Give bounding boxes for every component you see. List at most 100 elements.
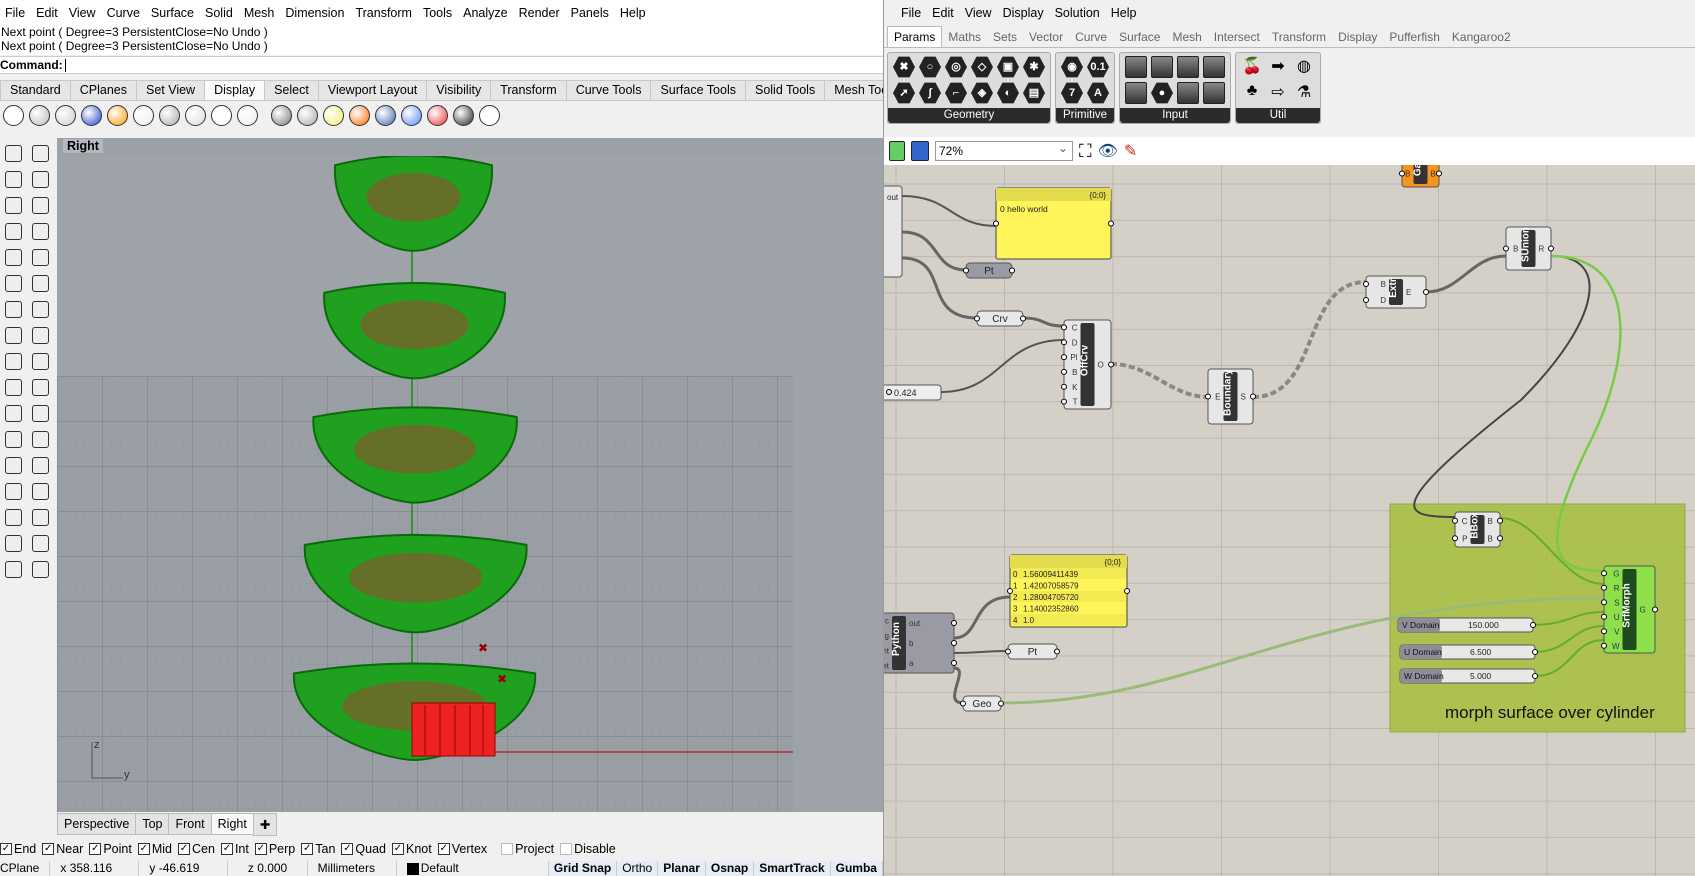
menu-analyze[interactable]: Analyze <box>458 6 513 20</box>
checkbox[interactable] <box>501 843 514 855</box>
checkbox[interactable]: ✓ <box>254 843 267 855</box>
cplane-label[interactable]: CPlane <box>0 861 51 876</box>
section-icon[interactable] <box>349 104 370 126</box>
tab-mesh-tools[interactable]: Mesh Tools <box>824 80 883 100</box>
osnap-int[interactable]: ✓ Int <box>220 842 249 856</box>
input-grip[interactable] <box>1452 517 1458 524</box>
osnap-vertex[interactable]: ✓ Vertex <box>437 842 487 856</box>
menu-file[interactable]: File <box>0 6 31 20</box>
component-offcrv[interactable]: OffCrv CD Pl BKT O <box>1061 319 1114 410</box>
input-grip[interactable] <box>1005 648 1011 655</box>
arctic-icon[interactable] <box>211 104 232 126</box>
check-tool-icon[interactable] <box>32 534 49 552</box>
output-grip[interactable] <box>1009 267 1015 274</box>
sketch-brush-icon[interactable]: ✎ <box>1124 141 1137 161</box>
component-python[interactable]: Pythoncg count ckOffset out b a <box>884 612 957 674</box>
command-line[interactable]: Command: <box>0 56 883 74</box>
mesh-sphere-icon[interactable] <box>271 104 292 126</box>
artistic-icon[interactable] <box>159 104 180 126</box>
output-grip[interactable] <box>1020 315 1026 322</box>
ribbon-group-label[interactable]: Input <box>1120 108 1230 123</box>
menu-panels[interactable]: Panels <box>566 6 615 20</box>
component-icon[interactable]: ➚ <box>893 82 915 104</box>
output-grip[interactable] <box>1532 673 1538 679</box>
ghosted-icon[interactable] <box>81 104 102 126</box>
tab-transform[interactable]: Transform <box>490 80 567 100</box>
cube-icon[interactable] <box>479 104 500 126</box>
toggle-planar[interactable]: Planar <box>658 861 706 876</box>
curve-param[interactable]: Crv <box>974 310 1026 327</box>
component-icon[interactable]: ◉ <box>1061 56 1083 78</box>
tab-solid-tools[interactable]: Solid Tools <box>744 80 826 100</box>
geometry-param[interactable]: Geo <box>960 695 1004 712</box>
output-grip[interactable] <box>1423 289 1429 295</box>
gh-menu-solution[interactable]: Solution <box>1050 6 1106 20</box>
output-grip[interactable] <box>951 640 957 646</box>
component-boundary[interactable]: BoundaryE S <box>1205 368 1256 425</box>
checkbox[interactable]: ✓ <box>220 843 233 855</box>
gh-tab-curve[interactable]: Curve <box>1069 27 1113 47</box>
osnap-end[interactable]: ✓ End <box>0 842 36 856</box>
open-file-icon[interactable] <box>889 141 905 161</box>
output-grip[interactable] <box>1530 622 1536 628</box>
component-icon[interactable]: ○ <box>919 56 941 78</box>
input-grip[interactable] <box>1601 570 1607 577</box>
gh-menu-help[interactable]: Help <box>1106 6 1143 20</box>
tab-standard[interactable]: Standard <box>0 80 71 100</box>
component-icon[interactable] <box>1177 82 1199 104</box>
gh-tab-display[interactable]: Display <box>1332 27 1383 47</box>
component-icon[interactable]: ⌐ <box>945 82 967 104</box>
line-tool-icon[interactable] <box>5 170 22 188</box>
wireframe-icon[interactable] <box>3 104 24 126</box>
polygon-tool-icon[interactable] <box>5 248 22 266</box>
checkbox[interactable]: ✓ <box>0 843 12 855</box>
output-grip[interactable] <box>1652 606 1658 613</box>
toggle-smarttrack[interactable]: SmartTrack <box>754 861 831 876</box>
layer-tool-icon[interactable] <box>5 560 22 578</box>
component-icon[interactable]: ▤ <box>1023 82 1045 104</box>
viewport-tab-add[interactable]: ✚ <box>252 812 278 836</box>
component-icon[interactable]: ◇ <box>971 56 993 78</box>
osnap-project[interactable]: Project <box>501 842 554 856</box>
checkbox[interactable]: ✓ <box>178 843 190 855</box>
checkbox[interactable]: ✓ <box>392 843 404 855</box>
tab-viewport-layout[interactable]: Viewport Layout <box>317 80 428 100</box>
menu-curve[interactable]: Curve <box>102 6 146 20</box>
input-grip[interactable] <box>993 220 999 227</box>
input-grip[interactable] <box>1205 393 1211 400</box>
component-icon[interactable] <box>1203 56 1225 78</box>
viewport-title[interactable]: Right <box>63 139 103 153</box>
component-icon[interactable] <box>1151 56 1173 78</box>
component-icon[interactable] <box>1125 82 1147 104</box>
output-grip[interactable] <box>951 660 957 666</box>
input-grip[interactable] <box>1007 588 1013 594</box>
component-icon[interactable]: ▣ <box>997 56 1019 78</box>
tab-set-view[interactable]: Set View <box>135 80 206 100</box>
viewport-tab-front[interactable]: Front <box>168 813 212 835</box>
input-grip[interactable] <box>1061 354 1067 361</box>
tab-surface-tools[interactable]: Surface Tools <box>650 80 746 100</box>
osnap-near[interactable]: ✓ Near <box>42 842 83 856</box>
input-grip[interactable] <box>1452 535 1458 542</box>
input-grip[interactable] <box>1601 628 1607 635</box>
gh-menu-file[interactable]: File <box>896 6 927 20</box>
output-grip[interactable] <box>1054 648 1060 655</box>
component-icon[interactable]: 7 <box>1061 82 1083 104</box>
gh-menu-edit[interactable]: Edit <box>927 6 960 20</box>
output-grip[interactable] <box>1108 361 1114 368</box>
output-grip[interactable] <box>951 620 957 626</box>
menu-mesh[interactable]: Mesh <box>239 6 281 20</box>
slider-v-domain[interactable]: V Domain 150.000 <box>1397 617 1536 633</box>
trim-tool-icon[interactable] <box>5 378 22 396</box>
xray-icon[interactable] <box>107 104 128 126</box>
component-icon[interactable]: A <box>1087 82 1109 104</box>
select-tool-icon[interactable] <box>5 144 22 162</box>
viewport-tab-perspective[interactable]: Perspective <box>57 813 137 835</box>
menu-surface[interactable]: Surface <box>146 6 200 20</box>
input-grip[interactable] <box>1061 339 1067 346</box>
tab-cplanes[interactable]: CPlanes <box>69 80 137 100</box>
menu-view[interactable]: View <box>64 6 102 20</box>
output-grip[interactable] <box>1548 245 1554 252</box>
mirror-tool-icon[interactable] <box>32 482 49 500</box>
fillet-tool-icon[interactable] <box>5 430 22 448</box>
